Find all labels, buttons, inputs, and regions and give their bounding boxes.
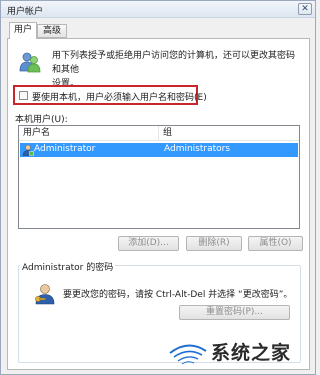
row-group: Administrators xyxy=(164,144,231,154)
users-tab-panel: 用下列表授予或拒绝用户访问您的计算机，还可以更改其密码和其他 设置。 要使用本机… xyxy=(7,38,310,370)
watermark-text: 系统之家 xyxy=(211,342,292,364)
row-username: Administrator xyxy=(34,144,96,154)
list-header: 用户名 组 xyxy=(19,126,299,141)
watermark: 系统之家 xyxy=(166,333,316,369)
require-login-highlight: 要使用本机，用户必须输入用户名和密码(E) xyxy=(13,85,207,105)
properties-button[interactable]: 属性(O) xyxy=(248,236,303,251)
users-list-label: 本机用户(U): xyxy=(15,115,68,125)
require-login-checkbox[interactable] xyxy=(19,91,28,100)
users-listview[interactable]: 用户名 组 Administrator Administrators xyxy=(18,125,300,229)
watermark-logo-icon xyxy=(169,344,207,365)
close-icon: ✕ xyxy=(301,4,309,14)
table-row[interactable]: Administrator Administrators xyxy=(20,143,298,157)
tab-users[interactable]: 用户 xyxy=(9,22,37,39)
intro-line-1: 用下列表授予或拒绝用户访问您的计算机，还可以更改其密码和其他 xyxy=(52,51,296,75)
user-row-icon xyxy=(22,144,34,156)
password-instruction: 要更改您的密码，请按 Ctrl-Alt-Del 并选择 “更改密码”。 xyxy=(63,290,293,300)
column-header-username[interactable]: 用户名 xyxy=(19,126,159,141)
delete-user-button[interactable]: 删除(R) xyxy=(186,236,242,251)
title-bar[interactable]: 用户帐户 ✕ xyxy=(1,1,315,18)
require-login-label[interactable]: 要使用本机，用户必须输入用户名和密码(E) xyxy=(32,90,207,103)
users-icon xyxy=(19,52,41,73)
tab-advanced[interactable]: 高级 xyxy=(37,24,67,38)
column-header-group[interactable]: 组 xyxy=(159,126,299,141)
close-button[interactable]: ✕ xyxy=(298,3,312,15)
tab-users-label: 用户 xyxy=(13,25,32,35)
reset-password-button[interactable]: 重置密码(P)... xyxy=(179,305,290,320)
user-accounts-window: 用户帐户 ✕ 用户 高级 用下列表授予或拒绝用户访问您的计算机，还可以更改其密码… xyxy=(0,0,316,375)
add-user-button[interactable]: 添加(D)... xyxy=(118,236,179,251)
key-user-icon xyxy=(35,284,55,305)
tab-advanced-label: 高级 xyxy=(42,26,61,36)
window-title: 用户帐户 xyxy=(7,7,44,17)
password-group-title: Administrator 的密码 xyxy=(20,260,116,273)
